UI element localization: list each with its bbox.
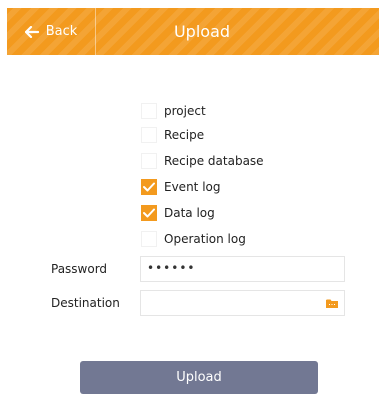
folder-icon[interactable] bbox=[326, 299, 338, 308]
checkbox-event-log[interactable] bbox=[141, 179, 157, 195]
checkbox-recipe[interactable] bbox=[141, 127, 157, 143]
destination-field[interactable] bbox=[140, 290, 345, 316]
password-field[interactable]: •••••• bbox=[140, 256, 345, 282]
option-event-log[interactable]: Event log bbox=[141, 178, 220, 196]
option-label-project: project bbox=[164, 104, 206, 118]
option-label-recipe: Recipe bbox=[164, 128, 205, 142]
password-label: Password bbox=[51, 262, 108, 276]
destination-label: Destination bbox=[51, 296, 120, 310]
checkmark-icon bbox=[143, 208, 155, 218]
page-title: Upload bbox=[173, 22, 231, 41]
option-recipe[interactable]: Recipe bbox=[141, 126, 204, 144]
checkbox-operation-log[interactable] bbox=[141, 231, 157, 247]
checkbox-data-log[interactable] bbox=[141, 205, 157, 221]
checkbox-recipe-database[interactable] bbox=[141, 153, 157, 169]
option-operation-log[interactable]: Operation log bbox=[141, 230, 246, 248]
option-label-operation-log: Operation log bbox=[164, 232, 246, 246]
back-button[interactable]: Back bbox=[7, 8, 96, 55]
option-label-recipe-database: Recipe database bbox=[164, 154, 264, 168]
checkbox-project[interactable] bbox=[141, 103, 157, 119]
back-label: Back bbox=[45, 24, 78, 39]
option-label-data-log: Data log bbox=[164, 206, 215, 220]
header-bar: Back Upload bbox=[7, 8, 379, 55]
option-project[interactable]: project bbox=[141, 102, 206, 120]
arrow-left-icon bbox=[24, 25, 39, 38]
option-data-log[interactable]: Data log bbox=[141, 204, 215, 222]
option-label-event-log: Event log bbox=[164, 180, 221, 194]
option-recipe-database[interactable]: Recipe database bbox=[141, 152, 264, 170]
checkmark-icon bbox=[143, 182, 155, 192]
password-value: •••••• bbox=[147, 261, 196, 275]
upload-button[interactable]: Upload bbox=[80, 361, 318, 394]
